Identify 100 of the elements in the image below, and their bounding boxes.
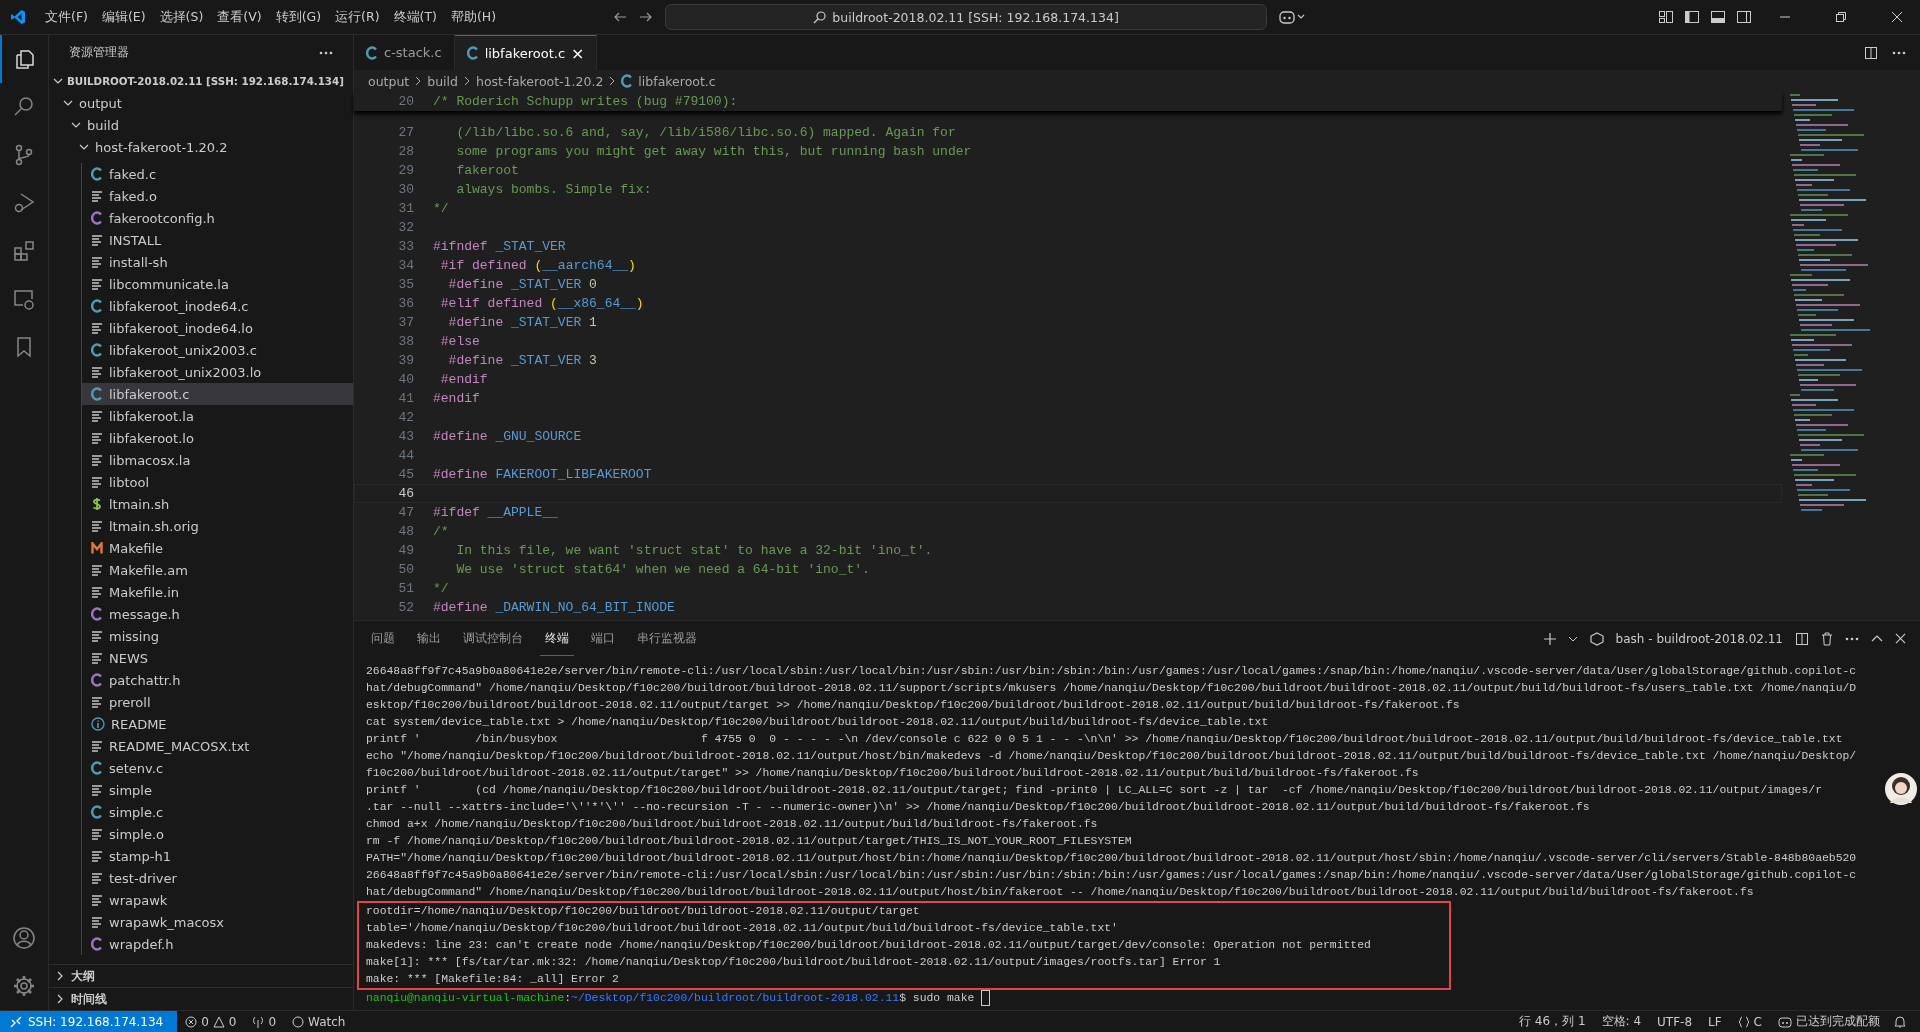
sidebar-toggle-icon[interactable] <box>1684 9 1700 25</box>
language-status[interactable]: C <box>1729 1014 1770 1029</box>
file-item[interactable]: libfakeroot_inode64.lo <box>81 317 353 339</box>
folder-item[interactable]: output <box>49 92 353 114</box>
back-arrow-icon[interactable] <box>613 10 628 24</box>
file-item[interactable]: libfakeroot.la <box>81 405 353 427</box>
file-item[interactable]: wrapawk_macosx <box>81 911 353 933</box>
indentation-status[interactable]: 空格: 4 <box>1593 1013 1650 1030</box>
c-file-icon <box>91 805 103 819</box>
breadcrumb-item[interactable]: output <box>368 73 410 89</box>
more-icon[interactable] <box>319 50 333 55</box>
menu-item[interactable]: 选择(S) <box>152 8 211 26</box>
close-icon[interactable]: × <box>571 43 585 63</box>
panel-tab[interactable]: 串行监视器 <box>632 621 702 656</box>
file-item[interactable]: libfakeroot_unix2003.c <box>81 339 353 361</box>
menu-item[interactable]: 终端(T) <box>386 8 444 26</box>
file-item[interactable]: Makefile.am <box>81 559 353 581</box>
file-item[interactable]: Makefile.in <box>81 581 353 603</box>
editor-tab[interactable]: libfakeroot.c × <box>454 35 598 70</box>
file-item[interactable]: simple <box>81 779 353 801</box>
layout-icon[interactable] <box>1658 9 1674 25</box>
file-item[interactable]: wrapdef.h <box>81 933 353 955</box>
line-ending-status[interactable]: LF <box>1700 1014 1730 1029</box>
cursor-position[interactable]: 行 46，列 1 <box>1511 1013 1594 1030</box>
workspace-root[interactable]: BUILDROOT-2018.02.11 [SSH: 192.168.174.134] <box>49 70 353 92</box>
menu-item[interactable]: 帮助(H) <box>443 8 504 26</box>
file-item[interactable]: patchattr.h <box>81 669 353 691</box>
split-editor-icon[interactable] <box>1864 45 1878 60</box>
terminal-line: rootdir=/home/nanqiu/Desktop/f10c200/buildroot/buildroot-2018.02.11/output/target <box>366 904 921 919</box>
file-item[interactable]: README <box>81 713 353 735</box>
breadcrumb-item[interactable]: build <box>427 73 458 89</box>
file-item[interactable]: libfakeroot.lo <box>81 427 353 449</box>
file-item[interactable]: setenv.c <box>81 757 353 779</box>
split-terminal-icon[interactable] <box>1795 631 1809 646</box>
terminal-name[interactable]: bash - buildroot-2018.02.11 <box>1615 631 1783 646</box>
folder-item[interactable]: build <box>49 114 353 136</box>
panel-tab[interactable]: 终端 <box>540 621 574 656</box>
problems-status[interactable]: 0 0 <box>177 1014 245 1029</box>
file-item[interactable]: libcommunicate.la <box>81 273 353 295</box>
watch-status[interactable]: Watch <box>284 1014 354 1029</box>
file-item[interactable]: stamp-h1 <box>81 845 353 867</box>
file-item[interactable]: libfakeroot_inode64.c <box>81 295 353 317</box>
editor-tab[interactable]: c-stack.c <box>354 35 455 70</box>
file-item[interactable]: INSTALL <box>81 229 353 251</box>
file-item[interactable]: ltmain.sh <box>81 493 353 515</box>
code-line: #if defined (__aarch64__) <box>439 257 636 275</box>
menu-item[interactable]: 运行(R) <box>328 8 387 26</box>
restore-icon[interactable] <box>1835 11 1847 23</box>
menu-item[interactable]: 转到(G) <box>268 8 329 26</box>
remote-indicator[interactable]: SSH: 192.168.174.134 <box>0 1011 178 1032</box>
secondary-sidebar-icon[interactable] <box>1736 9 1752 25</box>
section-header[interactable]: 大纲 <box>49 964 353 987</box>
dollar-icon <box>91 497 103 511</box>
file-item[interactable]: missing <box>81 625 353 647</box>
remote-icon <box>10 1015 22 1028</box>
more-icon[interactable] <box>1892 50 1906 55</box>
folder-item[interactable]: host-fakeroot-1.20.2 <box>49 136 353 158</box>
encoding-status[interactable]: UTF-8 <box>1649 1014 1700 1029</box>
panel-toggle-icon[interactable] <box>1710 9 1726 25</box>
panel-tab[interactable]: 端口 <box>586 621 620 656</box>
file-item[interactable]: faked.c <box>81 163 353 185</box>
ports-status[interactable]: 0 <box>244 1014 285 1029</box>
breadcrumb-item[interactable]: libfakeroot.c <box>638 73 716 89</box>
file-item[interactable]: message.h <box>81 603 353 625</box>
command-center[interactable]: buildroot-2018.02.11 [SSH: 192.168.174.134] <box>665 4 1268 30</box>
file-item[interactable]: libtool <box>81 471 353 493</box>
file-item[interactable]: ltmain.sh.orig <box>81 515 353 537</box>
file-item[interactable]: install-sh <box>81 251 353 273</box>
file-item[interactable]: libfakeroot.c <box>81 383 353 405</box>
menu-item[interactable]: 文件(F) <box>38 8 95 26</box>
panel-tab[interactable]: 输出 <box>412 621 446 656</box>
file-item[interactable]: faked.o <box>81 185 353 207</box>
file-item[interactable]: fakerootconfig.h <box>81 207 353 229</box>
file-item[interactable]: simple.o <box>81 823 353 845</box>
close-icon[interactable] <box>1891 11 1903 23</box>
file-item[interactable]: libmacosx.la <box>81 449 353 471</box>
file-item[interactable]: README_MACOSX.txt <box>81 735 353 757</box>
breadcrumb-item[interactable]: host-fakeroot-1.20.2 <box>476 73 604 89</box>
panel-tab[interactable]: 调试控制台 <box>458 621 528 656</box>
copilot-status[interactable]: 已达到完成配额 <box>1770 1013 1888 1030</box>
avatar-icon[interactable] <box>1884 772 1918 806</box>
c-file-icon <box>91 761 103 775</box>
more-icon[interactable] <box>1845 636 1859 641</box>
copilot-icon[interactable] <box>1279 9 1306 25</box>
file-item[interactable]: preroll <box>81 691 353 713</box>
close-icon[interactable] <box>1895 633 1906 644</box>
file-item[interactable]: simple.c <box>81 801 353 823</box>
menu-item[interactable]: 编辑(E) <box>94 8 153 26</box>
file-item[interactable]: Makefile <box>81 537 353 559</box>
bell-icon[interactable] <box>1894 1015 1906 1028</box>
file-item[interactable]: wrapawk <box>81 889 353 911</box>
panel-tab[interactable]: 问题 <box>366 621 400 656</box>
forward-arrow-icon[interactable] <box>639 10 654 24</box>
trash-icon[interactable] <box>1821 631 1833 646</box>
menu-item[interactable]: 查看(V) <box>210 8 269 26</box>
chevron-up-icon[interactable] <box>1871 633 1883 644</box>
plus-icon[interactable] <box>1543 632 1556 645</box>
file-item[interactable]: test-driver <box>81 867 353 889</box>
line-number: 29 <box>397 162 415 180</box>
file-item[interactable]: NEWS <box>81 647 353 669</box>
